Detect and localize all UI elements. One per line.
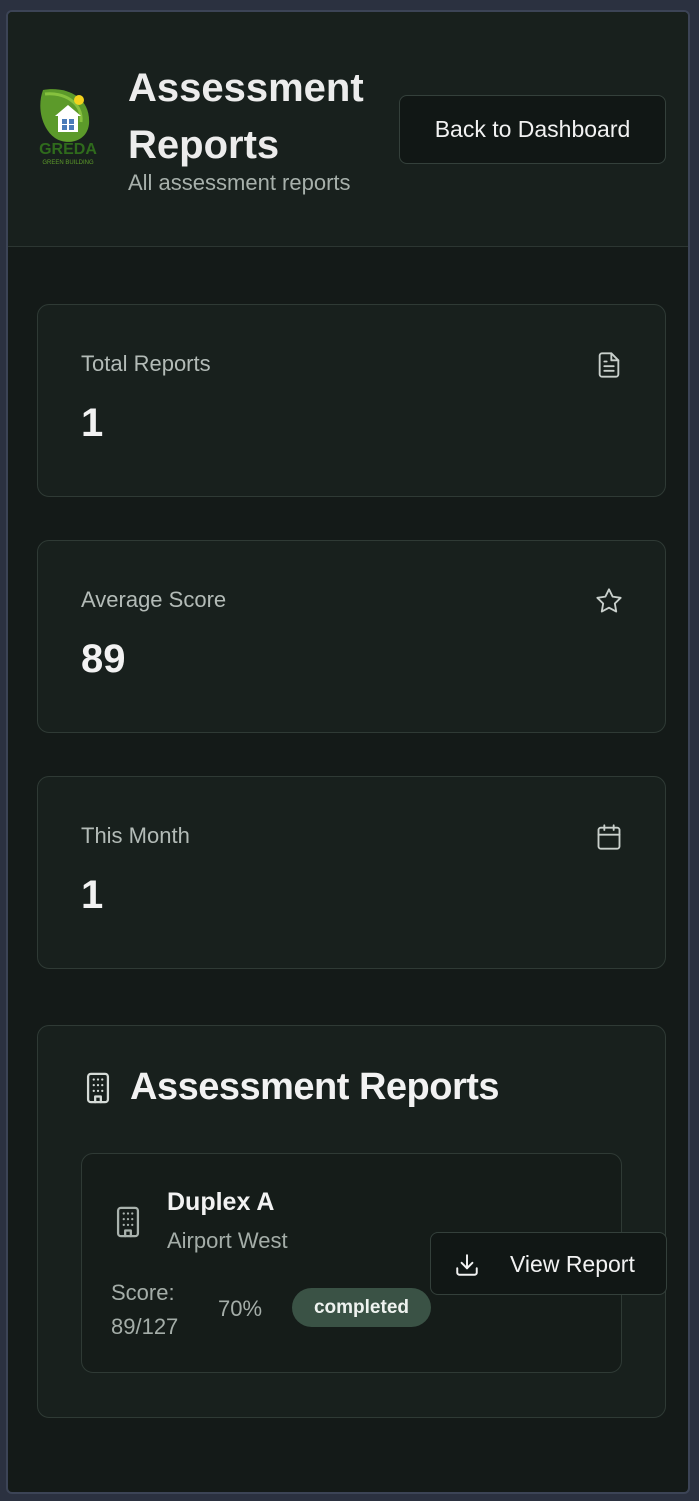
svg-text:GREEN BUILDING: GREEN BUILDING <box>42 160 94 166</box>
assessment-reports-panel: Assessment Reports Duplex A Airport West… <box>37 1025 666 1418</box>
download-icon <box>454 1252 480 1278</box>
view-report-label: View Report <box>510 1251 635 1277</box>
stat-card-total-reports: Total Reports 1 <box>37 304 666 497</box>
page-title: Assessment Reports <box>128 66 364 167</box>
svg-text:GREDA: GREDA <box>39 141 97 158</box>
view-report-button[interactable]: View Report <box>430 1232 667 1295</box>
stat-value: 89 <box>81 637 126 681</box>
report-percentage: 70% <box>218 1296 263 1321</box>
report-location: Airport West <box>167 1228 288 1253</box>
stat-label: Average Score <box>81 587 227 612</box>
report-project-name: Duplex A <box>167 1188 275 1216</box>
page-subtitle: All assessment reports <box>128 170 351 195</box>
stat-value: 1 <box>81 873 104 917</box>
reports-section-title: Assessment Reports <box>130 1066 500 1108</box>
building-icon <box>111 1204 145 1240</box>
stat-label: Total Reports <box>81 351 211 376</box>
file-text-icon <box>595 351 623 379</box>
page-header: GREDA GREEN BUILDING Assessment Reports … <box>8 12 688 247</box>
calendar-icon <box>595 823 623 851</box>
stat-value: 1 <box>81 401 104 445</box>
stat-card-average-score: Average Score 89 <box>37 540 666 733</box>
report-score: Score: 89/127 <box>111 1280 179 1339</box>
back-to-dashboard-button[interactable]: Back to Dashboard <box>399 95 666 164</box>
stat-label: This Month <box>81 823 190 848</box>
star-icon <box>595 587 623 615</box>
status-badge: completed <box>292 1288 431 1327</box>
greda-logo: GREDA GREEN BUILDING <box>35 86 101 172</box>
app-window: GREDA GREEN BUILDING Assessment Reports … <box>6 10 690 1494</box>
building-icon <box>81 1071 115 1105</box>
stat-card-this-month: This Month 1 <box>37 776 666 969</box>
